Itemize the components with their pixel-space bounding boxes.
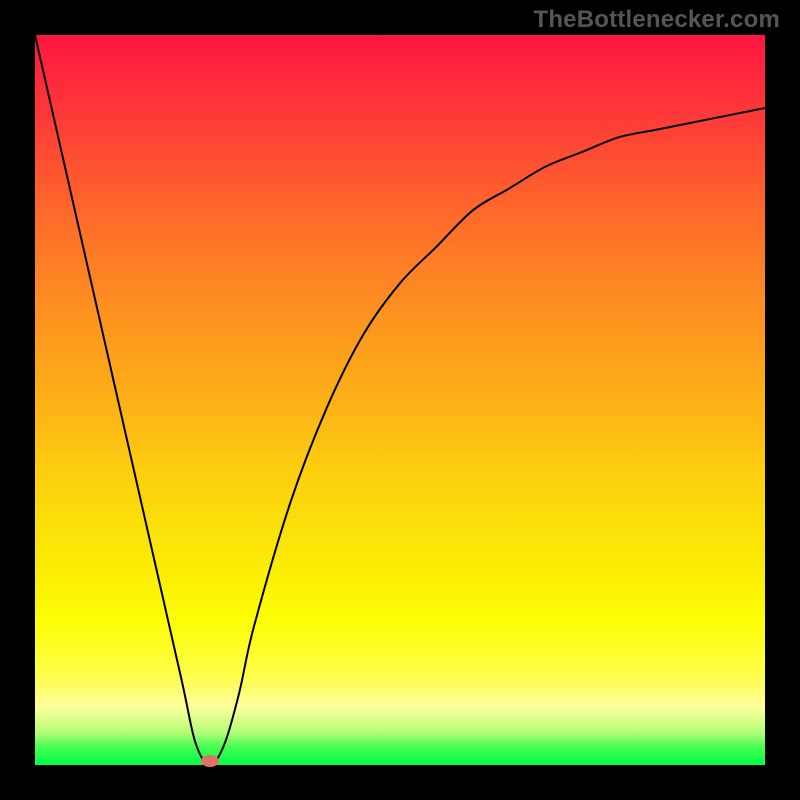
bottleneck-curve-path <box>35 35 765 765</box>
plot-area <box>35 35 765 765</box>
bottleneck-marker <box>201 755 219 767</box>
chart-container: TheBottlenecker.com <box>0 0 800 800</box>
attribution-text: TheBottlenecker.com <box>533 6 780 34</box>
curve-layer <box>35 35 765 765</box>
